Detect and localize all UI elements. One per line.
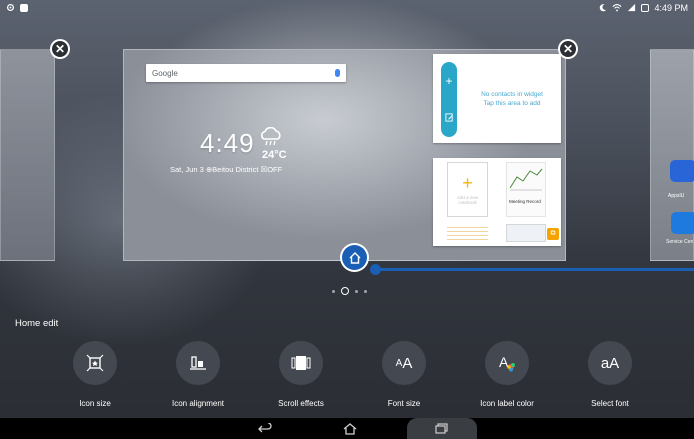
wifi-icon [612,3,623,14]
notebook-lines-thumbnail [447,224,488,242]
add-notebook-tile[interactable]: + Add a new notebook [447,162,488,217]
clock-time: 4:49 [200,128,255,158]
font-size-label: Font size [387,399,421,408]
page-dot [355,289,358,293]
page-dot [332,289,335,293]
select-font-icon: aA [588,341,632,385]
icon-label-color-icon: A [485,341,529,385]
scroll-effects-label: Scroll effects [278,399,324,408]
navigation-bar [0,418,694,439]
home-edit-toolbar: Icon size Icon alignment Scroll effects … [45,341,665,416]
moon-icon [599,3,607,14]
contacts-widget-bar: + [441,62,457,137]
recent-apps-icon [435,422,448,434]
back-icon [258,422,272,432]
icon-size-button[interactable]: Icon size [45,341,145,408]
icon-alignment-icon [176,341,220,385]
page-slider-track [378,268,694,271]
add-notebook-label: Add a new notebook [456,194,479,206]
google-search-widget[interactable]: Google [146,64,346,82]
contacts-text-line1: No contacts in widget [481,91,543,98]
font-size-button[interactable]: AA Font size [354,341,454,408]
icon-size-icon [73,341,117,385]
close-page-button-left[interactable]: ✕ [50,39,70,59]
notebook-badge-icon: ⧉ [547,228,559,240]
edit-icon [444,111,454,125]
select-font-button[interactable]: aA Select font [560,341,660,408]
notification-icon [20,4,28,12]
chart-thumbnail-icon [509,168,543,191]
plus-icon: + [462,172,473,193]
date-location-line: Sat, Jun 3 ⊕Beitou District ☒OFF [170,165,283,174]
icon-alignment-button[interactable]: Icon alignment [148,341,248,408]
mic-icon [335,69,340,77]
appsiu-icon [670,160,694,182]
notebook-widget[interactable]: + Add a new notebook Meeting Record ⧉ [433,158,561,246]
google-logo: Google [152,68,178,78]
page-slider-handle[interactable] [370,264,381,275]
contacts-widget-text: No contacts in widget Tap this area to a… [467,90,557,108]
home-button[interactable] [330,418,370,439]
temperature: 24°C [262,149,287,161]
select-font-label: Select font [591,399,629,408]
contacts-text-line2: Tap this area to add [483,100,541,107]
page-preview-left[interactable] [0,49,55,261]
home-icon [349,251,360,264]
notebook-image-thumbnail [506,224,546,242]
recent-apps-button[interactable] [407,418,477,439]
icon-label-color-button[interactable]: A Icon label color [457,341,557,408]
icon-label-color-label: Icon label color [480,399,534,408]
service-center-icon [671,212,694,234]
contacts-widget[interactable]: + No contacts in widget Tap this area to… [433,54,561,143]
app-label-appsiu: AppsIU [668,193,685,199]
close-page-button-center[interactable]: ✕ [558,39,578,59]
battery-icon [641,4,650,12]
set-home-page-button[interactable] [340,243,369,272]
app-label-service-center: Service Cen [666,239,694,245]
back-button[interactable] [245,418,285,439]
notebook-page-title: Meeting Record [509,199,541,204]
settings-icon [6,3,15,14]
status-time: 4:49 PM [654,3,688,13]
scroll-effects-button[interactable]: Scroll effects [251,341,351,408]
icon-alignment-label: Icon alignment [171,399,225,408]
font-size-icon: AA [382,341,426,385]
scroll-effects-icon [279,341,323,385]
icon-size-label: Icon size [79,399,111,408]
home-edit-title: Home edit [15,318,59,329]
page-dot-current [341,287,349,295]
home-icon [343,422,357,435]
notebook-page-thumbnail[interactable]: Meeting Record [506,162,546,217]
close-icon: ✕ [52,41,68,57]
status-bar: 4:49 PM [0,0,694,16]
close-icon: ✕ [560,41,576,57]
page-dot [364,289,367,293]
page-indicator [332,287,367,295]
signal-icon [627,3,636,14]
plus-icon: + [445,73,453,88]
